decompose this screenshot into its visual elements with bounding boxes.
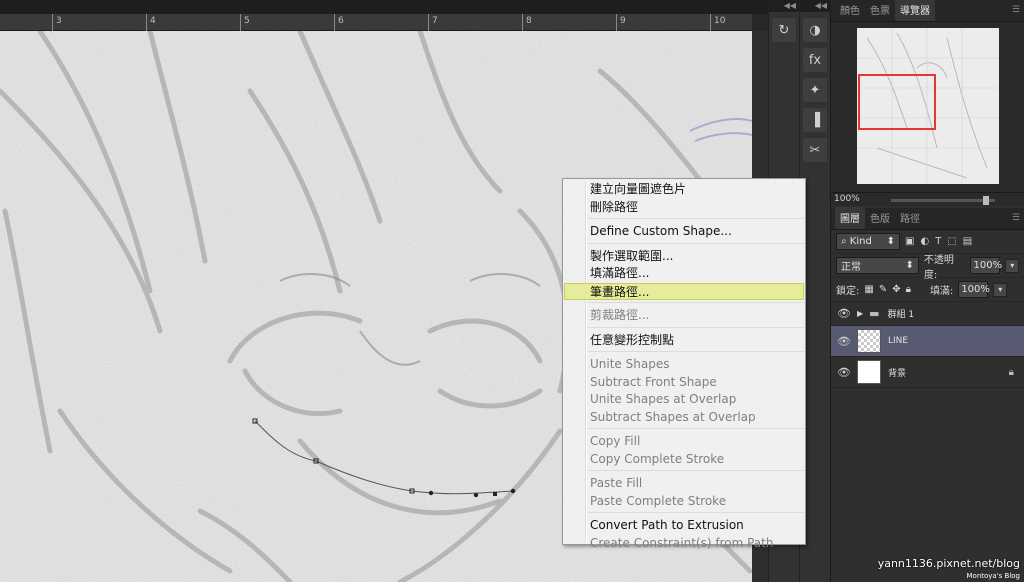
ruler-tick: 3	[52, 14, 62, 31]
styles-fx-icon[interactable]: fx	[803, 48, 827, 72]
brush-presets-icon[interactable]: ✦	[803, 78, 827, 102]
context-menu-item: Subtract Front Shape	[590, 374, 717, 389]
context-menu-item: Create Constraint(s) from Path	[590, 535, 774, 550]
fill-input[interactable]: 100%	[958, 281, 990, 298]
watermark-url: yann1136.pixnet.net/blog	[877, 557, 1020, 570]
context-menu-item[interactable]: 刪除路徑	[563, 199, 805, 217]
ruler-tick-label: 8	[526, 16, 532, 26]
tool-presets-icon[interactable]: ✂	[803, 138, 827, 162]
ruler-tick-label: 10	[714, 16, 726, 26]
context-menu-item: 剪裁路徑...	[590, 308, 650, 322]
ruler-tick-label: 6	[338, 16, 344, 26]
horizontal-ruler: 3 4 5 6 7 8 9 10	[0, 14, 752, 31]
visibility-eye-icon[interactable]: 👁︎	[831, 307, 857, 320]
visibility-eye-icon[interactable]: 👁︎	[831, 366, 857, 379]
context-menu-item: Paste Complete Stroke	[590, 493, 727, 508]
lock-label: 鎖定:	[836, 286, 860, 297]
layers-tabs: 圖層 色版 路徑 ☰	[831, 207, 1024, 230]
watermark-subtitle: Montoya's Blog	[966, 572, 1021, 580]
opacity-label: 不透明度:	[923, 254, 954, 281]
lock-row: 鎖定: ▦ ✎ ✥ 🔒︎ 填滿: 100% ▾	[831, 278, 1024, 302]
fill-dropdown-icon[interactable]: ▾	[993, 282, 1008, 297]
opacity-dropdown-icon[interactable]: ▾	[1005, 258, 1019, 273]
ruler-tick: 9	[616, 14, 626, 31]
navigator-tab[interactable]: 導覽器	[895, 0, 935, 21]
smart-filter-icon[interactable]: ▤	[963, 236, 972, 247]
context-menu-item[interactable]: Define Custom Shape...	[563, 223, 805, 241]
lock-transparent-icon[interactable]: ▦	[864, 284, 873, 295]
ruler-tick: 6	[334, 14, 344, 31]
navigator-tabs: 顏色 色票 導覽器 ☰	[831, 0, 1024, 22]
lock-position-icon[interactable]: ✥	[892, 284, 900, 295]
zoom-slider-knob[interactable]	[983, 196, 989, 205]
context-menu-item: Copy Complete Stroke	[590, 451, 725, 466]
context-menu-item[interactable]: 筆畫路徑...	[564, 282, 804, 300]
context-menu-item: Paste Fill	[590, 476, 643, 490]
context-menu-item[interactable]: 填滿路徑...	[563, 265, 805, 283]
ruler-tick: 4	[146, 14, 156, 31]
navigator-zoom-bar: 100%	[831, 192, 1024, 206]
title-bar	[0, 0, 768, 14]
layer-row[interactable]: 👁︎ ▶ ▬ 群組 1	[831, 302, 1024, 326]
clone-source-icon[interactable]: ▐	[803, 108, 827, 132]
ruler-tick-label: 4	[150, 16, 156, 26]
layer-name: 群組 1	[887, 310, 915, 320]
context-menu-item: Unite Shapes at Overlap	[590, 392, 737, 406]
layers-tab[interactable]: 色版	[865, 207, 895, 229]
collapse-strip-icon[interactable]: ◀◀	[800, 0, 830, 12]
fill-label: 填滿:	[929, 286, 954, 297]
layer-name: 背景	[888, 368, 907, 379]
path-context-menu: 建立向量圖遮色片 刪除路徑 Define Custom Shape... 製作選取範圍…	[562, 178, 806, 550]
history-icon[interactable]: ↻	[772, 18, 796, 42]
panel-menu-icon[interactable]: ☰	[1012, 213, 1020, 223]
navigator-panel	[831, 22, 1024, 192]
ruler-tick-label: 3	[56, 16, 62, 26]
folder-icon: ▬	[869, 307, 880, 320]
context-menu-item: Subtract Shapes at Overlap	[590, 409, 756, 424]
ruler-tick: 7	[428, 14, 438, 31]
opacity-input[interactable]: 100%	[970, 257, 1002, 274]
layer-lock-icon: 🔒︎	[1008, 366, 1014, 378]
ruler-tick-label: 9	[620, 16, 626, 26]
shape-filter-icon[interactable]: ⬚	[947, 236, 956, 247]
zoom-level[interactable]: 100%	[834, 194, 860, 204]
navigator-view-box[interactable]	[858, 74, 936, 130]
adjust-filter-icon[interactable]: ◐	[920, 236, 929, 247]
layer-thumbnail	[857, 360, 881, 384]
layer-row[interactable]: 👁︎ LINE	[831, 326, 1024, 357]
expand-group-icon[interactable]: ▶	[857, 309, 863, 318]
context-menu-item[interactable]: Convert Path to Extrusion	[563, 517, 805, 535]
blend-row: 正常 ⬍ 不透明度: 100% ▾	[831, 254, 1024, 281]
right-panel-column: 顏色 色票 導覽器 ☰ 100% 圖層 色版 路徑 ☰ ⌕ Kind ⬍ ▣ ◐…	[830, 0, 1024, 582]
navigator-tab[interactable]: 色票	[865, 0, 895, 21]
lock-image-icon[interactable]: ✎	[879, 284, 887, 295]
lock-all-icon[interactable]: 🔒︎	[906, 284, 911, 295]
blend-mode-select[interactable]: 正常 ⬍	[836, 257, 919, 274]
ruler-tick: 8	[522, 14, 532, 31]
panel-menu-icon[interactable]: ☰	[1012, 5, 1020, 15]
ruler-tick-label: 5	[244, 16, 250, 26]
ruler-tick-label: 7	[432, 16, 438, 26]
navigator-tab[interactable]: 顏色	[835, 0, 865, 21]
context-menu-item[interactable]: 製作選取範圍...	[563, 248, 805, 266]
layer-row[interactable]: 👁︎ 背景 🔒︎	[831, 357, 1024, 388]
type-filter-icon[interactable]: T	[935, 236, 941, 247]
layer-name: LINE	[888, 336, 909, 346]
ruler-tick: 5	[240, 14, 250, 31]
layer-list: 👁︎ ▶ ▬ 群組 1 👁︎ LINE 👁︎ 背景 🔒︎	[831, 302, 1024, 388]
collapse-strip-icon[interactable]: ◀◀	[769, 0, 799, 12]
adjustments-icon[interactable]: ◑	[803, 18, 827, 42]
layer-thumbnail	[857, 329, 881, 353]
ruler-tick: 10	[710, 14, 725, 31]
context-menu-item: Copy Fill	[590, 434, 641, 448]
context-menu-item[interactable]: 建立向量圖遮色片	[563, 181, 805, 199]
image-filter-icon[interactable]: ▣	[905, 236, 914, 247]
context-menu-item[interactable]: 任意變形控制點	[563, 332, 805, 350]
layers-tab[interactable]: 路徑	[895, 207, 925, 229]
context-menu-item: Unite Shapes	[590, 357, 670, 371]
layers-tab[interactable]: 圖層	[835, 207, 865, 229]
visibility-eye-icon[interactable]: 👁︎	[831, 335, 857, 348]
filter-kind-select[interactable]: ⌕ Kind ⬍	[836, 233, 900, 250]
zoom-slider[interactable]	[891, 196, 995, 205]
